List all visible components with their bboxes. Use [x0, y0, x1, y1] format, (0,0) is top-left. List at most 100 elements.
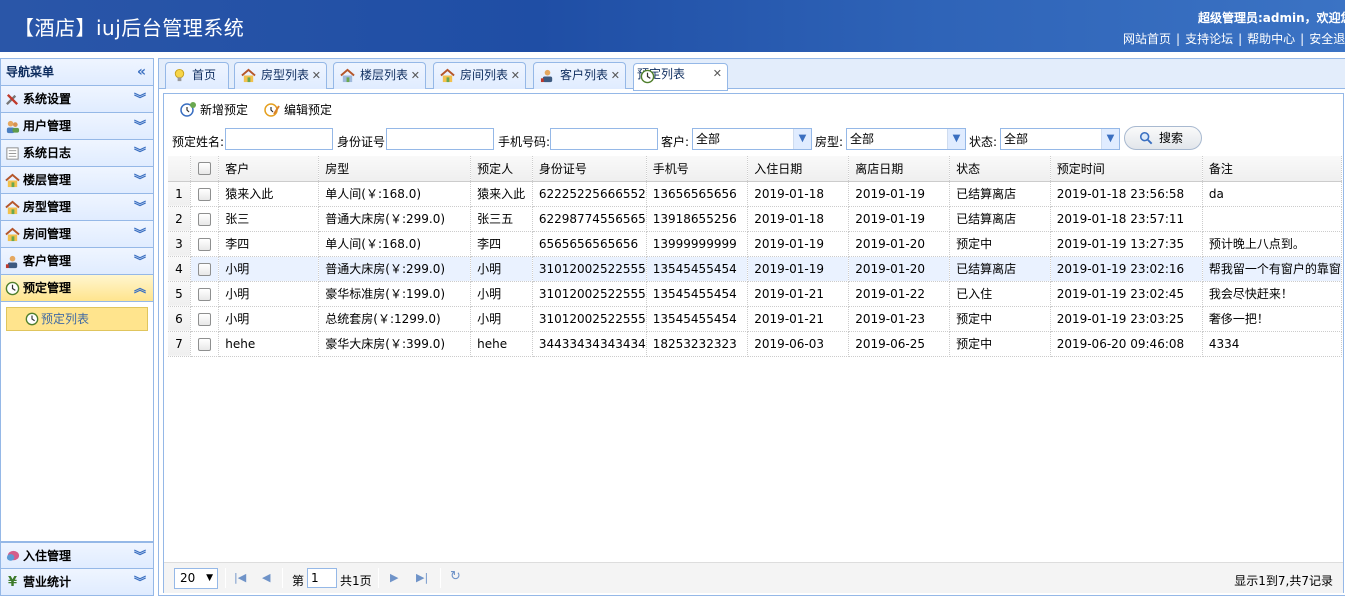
page-number-input[interactable]: 1 [307, 568, 337, 588]
row-number: 2 [168, 206, 191, 232]
link-forum[interactable]: 支持论坛 [1185, 32, 1233, 46]
column-header[interactable]: 预定时间 [1050, 156, 1203, 182]
users-icon [6, 120, 20, 134]
close-icon[interactable]: ✕ [312, 63, 321, 88]
table-cell: 18253232323 [646, 331, 749, 357]
tab-customers[interactable]: 客户列表 ✕ [533, 62, 626, 89]
add-clock-icon [180, 102, 196, 117]
chevron-down-icon: ︾ [133, 92, 146, 106]
table-cell: 猿来入此 [218, 181, 320, 207]
close-icon[interactable]: ✕ [611, 63, 620, 88]
tab-room-types[interactable]: 房型列表 ✕ [234, 62, 327, 89]
tab-floors[interactable]: 楼层列表 ✕ [333, 62, 426, 89]
sidebar-item-logs[interactable]: 系统日志 ︾ [1, 140, 153, 167]
row-checkbox[interactable] [190, 181, 220, 207]
add-reservation-button[interactable]: 新增预定 [178, 100, 248, 120]
page-size-select[interactable]: 20 ▼ [174, 568, 218, 589]
column-header[interactable]: 房型 [318, 156, 472, 182]
chevron-down-icon: ︾ [133, 173, 146, 187]
table-cell: 2019-01-19 [848, 181, 951, 207]
name-label: 预定姓名: [172, 135, 225, 149]
table-cell: 2019-01-19 [747, 256, 850, 282]
sidebar-item-rooms[interactable]: 房间管理 ︾ [1, 221, 153, 248]
table-cell: 4334 [1202, 331, 1342, 357]
row-checkbox[interactable] [190, 306, 220, 332]
sidebar: 导航菜单 « 系统设置 ︾ 用户管理 ︾ 系统日志 ︾ 楼层管理 ︾ 房型管理 ︾ 房间管理… [0, 58, 154, 596]
prev-page-icon[interactable]: ◀ [262, 571, 270, 584]
phone-input[interactable] [550, 128, 658, 150]
sidebar-item-system-settings[interactable]: 系统设置 ︾ [1, 86, 153, 113]
last-page-icon[interactable]: ▶| [416, 571, 428, 584]
close-icon[interactable]: ✕ [511, 63, 520, 88]
table-cell: 豪华标准房(￥:199.0) [318, 281, 472, 307]
log-icon [6, 147, 19, 160]
sidebar-item-room-types[interactable]: 房型管理 ︾ [1, 194, 153, 221]
page-total: 共1页 [340, 574, 372, 588]
edit-clock-icon [264, 103, 280, 117]
table-row[interactable]: 1 猿来入此 单人间(￥:168.0) 猿来入此 62225225666552 13656… [168, 181, 1342, 207]
sidebar-item-checkin[interactable]: 入住管理 ︾ [1, 542, 153, 569]
select-all-checkbox[interactable] [190, 156, 220, 182]
table-row[interactable]: 4 小明 普通大床房(￥:299.0) 小明 31012002522555 1354545… [168, 256, 1342, 282]
table-row[interactable]: 6 小明 总统套房(￥:1299.0) 小明 31012002522555 1354545… [168, 306, 1342, 332]
column-header[interactable]: 身份证号 [532, 156, 647, 182]
search-button[interactable]: 搜索 [1124, 126, 1202, 150]
reservations-panel: 预定列表 [1, 302, 153, 542]
column-header[interactable]: 预定人 [470, 156, 533, 182]
column-header[interactable]: 离店日期 [848, 156, 951, 182]
table-cell: 2019-01-21 [747, 281, 850, 307]
table-cell: 豪华大床房(￥:399.0) [318, 331, 472, 357]
collapse-icon[interactable]: « [137, 59, 146, 85]
table-row[interactable]: 7 hehe 豪华大床房(￥:399.0) hehe 34433434343434 182… [168, 331, 1342, 357]
close-icon[interactable]: ✕ [411, 63, 420, 88]
column-header[interactable]: 状态 [949, 156, 1051, 182]
sidebar-item-floors[interactable]: 楼层管理 ︾ [1, 167, 153, 194]
table-cell: da [1202, 181, 1342, 207]
chevron-down-icon: ︾ [133, 119, 146, 133]
row-checkbox[interactable] [190, 231, 220, 257]
table-cell: 2019-01-19 23:02:16 [1050, 256, 1203, 282]
column-header[interactable]: 手机号 [646, 156, 749, 182]
row-checkbox[interactable] [190, 256, 220, 282]
column-header[interactable]: 备注 [1202, 156, 1342, 182]
refresh-icon[interactable]: ↻ [450, 569, 461, 584]
first-page-icon[interactable]: |◀ [234, 571, 246, 584]
sidebar-item-customers[interactable]: 客户管理 ︾ [1, 248, 153, 275]
row-checkbox[interactable] [190, 206, 220, 232]
clock-icon [5, 281, 20, 296]
sidebar-item-reservations[interactable]: 预定管理 ︽ [1, 275, 153, 302]
close-icon[interactable]: ✕ [713, 64, 722, 84]
table-cell: 预计晚上八点到。 [1202, 231, 1342, 257]
row-checkbox[interactable] [190, 331, 220, 357]
column-header[interactable]: 入住日期 [747, 156, 850, 182]
row-number: 5 [168, 281, 191, 307]
chevron-down-icon: ︾ [133, 549, 146, 563]
table-cell: 猿来入此 [470, 181, 533, 207]
reservation-table: 客户 房型 预定人 身份证号 手机号 入住日期 离店日期 状态 预定时间 备注 … [168, 156, 1342, 556]
sidebar-item-users[interactable]: 用户管理 ︾ [1, 113, 153, 140]
table-row[interactable]: 5 小明 豪华标准房(￥:199.0) 小明 31012002522555 1354545… [168, 281, 1342, 307]
link-help[interactable]: 帮助中心 [1247, 32, 1295, 46]
table-row[interactable]: 2 张三 普通大床房(￥:299.0) 张三五 62298774556565 139186… [168, 206, 1342, 232]
table-row[interactable]: 3 李四 单人间(￥:168.0) 李四 6565656565656 1399999999… [168, 231, 1342, 257]
reservation-list-panel: 新增预定 编辑预定 预定姓名: 身份证号: 手机号码: 客户: 全部 ▼ 房型: … [163, 93, 1344, 593]
status-select[interactable]: 全部 ▼ [1000, 128, 1120, 150]
next-page-icon[interactable]: ▶ [390, 571, 398, 584]
sidebar-item-statistics[interactable]: ¥ 营业统计 ︾ [1, 569, 153, 596]
name-input[interactable] [225, 128, 333, 150]
table-cell: 2019-01-19 13:27:35 [1050, 231, 1203, 257]
house-icon [340, 68, 355, 83]
tab-rooms[interactable]: 房间列表 ✕ [433, 62, 526, 89]
row-checkbox[interactable] [190, 281, 220, 307]
link-home[interactable]: 网站首页 [1123, 32, 1171, 46]
roomtype-select[interactable]: 全部 ▼ [846, 128, 966, 150]
tab-home[interactable]: 首页 [165, 62, 229, 89]
sidebar-subitem-reservation-list[interactable]: 预定列表 [6, 307, 148, 331]
customer-select[interactable]: 全部 ▼ [692, 128, 812, 150]
column-header[interactable]: 客户 [218, 156, 320, 182]
id-number-input[interactable] [386, 128, 494, 150]
table-cell: 普通大床房(￥:299.0) [318, 206, 472, 232]
link-logout[interactable]: 安全退出 [1309, 32, 1345, 46]
edit-reservation-button[interactable]: 编辑预定 [262, 100, 332, 120]
tab-reservations[interactable]: 预定列表 ✕ [633, 63, 728, 91]
